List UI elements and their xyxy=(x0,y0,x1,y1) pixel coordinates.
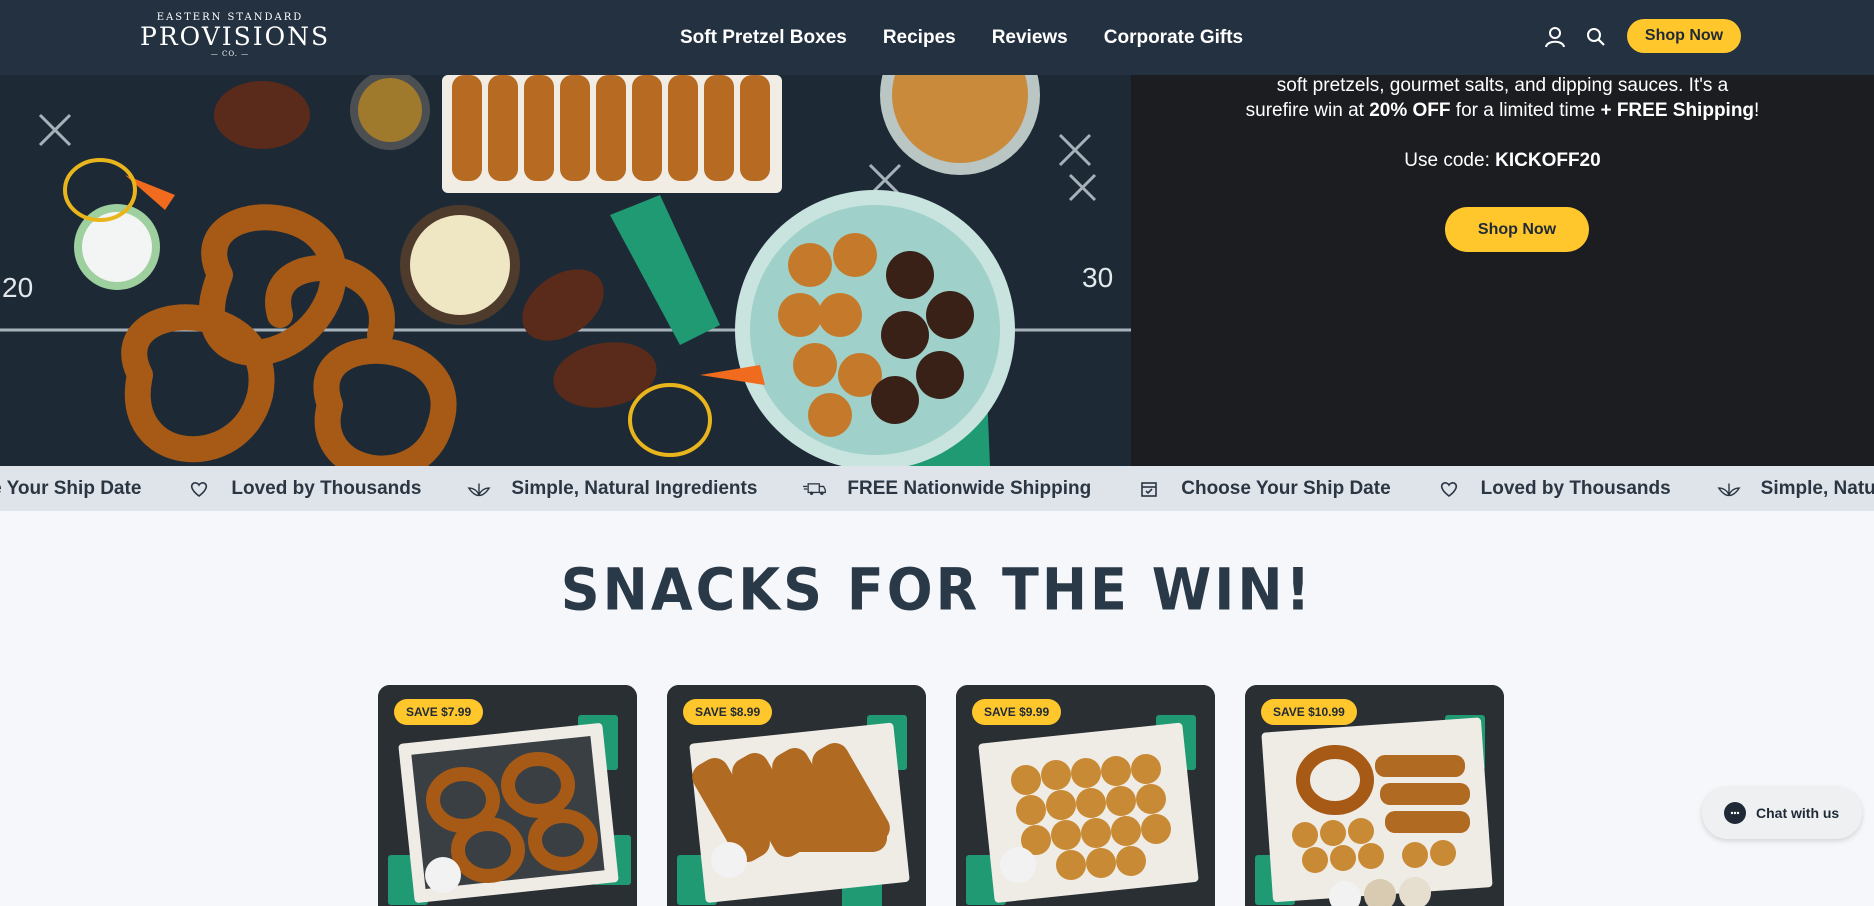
savings-badge: SAVE $9.99 xyxy=(972,699,1062,725)
leaf-icon xyxy=(1717,479,1741,499)
promo-text-line1: soft pretzels, gourmet salts, and dippin… xyxy=(1276,75,1729,96)
product-card[interactable]: SAVE $8.99 xyxy=(667,685,926,906)
section-title: SNACKS FOR THE WIN! xyxy=(560,555,1314,624)
ticker-item: Choose Your Ship Date xyxy=(1137,478,1391,500)
hero-promo-panel: soft pretzels, gourmet salts, and dippin… xyxy=(1131,75,1874,466)
ticker-item: Choose Your Ship Date xyxy=(0,477,142,499)
logo-co: — CO. — xyxy=(210,50,250,58)
heart-icon xyxy=(187,479,211,499)
promo-discount: 20% OFF xyxy=(1369,100,1451,121)
hero-image: 20 30 xyxy=(0,75,1131,466)
calendar-icon xyxy=(1137,479,1161,499)
savings-badge: SAVE $7.99 xyxy=(394,699,484,725)
search-icon[interactable] xyxy=(1582,23,1610,51)
promo-text-line2: surefire win at 20% OFF for a limited ti… xyxy=(1245,100,1760,121)
nav-corporate-gifts[interactable]: Corporate Gifts xyxy=(1104,27,1243,49)
ticker-item: Loved by Thousands xyxy=(187,478,421,500)
product-card[interactable]: SAVE $9.99 xyxy=(956,685,1215,906)
user-icon[interactable] xyxy=(1541,23,1569,51)
chat-icon xyxy=(1724,802,1746,824)
yard-number-right: 30 xyxy=(1082,262,1113,293)
truck-icon xyxy=(803,479,827,499)
site-header: EASTERN STANDARD PROVISIONS — CO. — Soft… xyxy=(0,0,1874,75)
brand-logo[interactable]: EASTERN STANDARD PROVISIONS — CO. — xyxy=(140,12,331,58)
nav-recipes[interactable]: Recipes xyxy=(883,27,956,49)
ticker-item: FREE Nationwide Shipping xyxy=(803,478,1091,500)
chat-label: Chat with us xyxy=(1756,805,1840,821)
savings-badge: SAVE $8.99 xyxy=(683,699,773,725)
header-shop-now-button[interactable]: Shop Now xyxy=(1627,19,1741,53)
main-nav: Soft Pretzel Boxes Recipes Reviews Corpo… xyxy=(680,0,1243,75)
nav-reviews[interactable]: Reviews xyxy=(992,27,1068,49)
promo-free-shipping: + FREE Shipping xyxy=(1600,100,1755,121)
product-card[interactable]: SAVE $10.99 xyxy=(1245,685,1504,906)
savings-badge: SAVE $10.99 xyxy=(1261,699,1357,725)
nav-soft-pretzel-boxes[interactable]: Soft Pretzel Boxes xyxy=(680,27,847,49)
logo-wordmark: PROVISIONS xyxy=(140,22,331,51)
promo-code-line: Use code: KICKOFF20 xyxy=(1404,150,1601,171)
chat-widget-button[interactable]: Chat with us xyxy=(1702,787,1862,839)
yard-number-left: 20 xyxy=(2,272,33,303)
hero-shop-now-button[interactable]: Shop Now xyxy=(1445,207,1589,252)
leaf-icon xyxy=(467,479,491,499)
promo-code: KICKOFF20 xyxy=(1495,150,1601,171)
ticker-item: Simple, Natural Ingredients xyxy=(467,478,757,500)
benefits-ticker: Choose Your Ship Date Loved by Thousands… xyxy=(0,466,1874,511)
product-grid: SAVE $7.99 SAVE $8.99 SAVE $9.99 SAVE $1… xyxy=(378,685,1504,906)
product-card[interactable]: SAVE $7.99 xyxy=(378,685,637,906)
heart-icon xyxy=(1437,479,1461,499)
ticker-item: Simple, Natural Ingredients xyxy=(1717,478,1874,500)
ticker-item: Loved by Thousands xyxy=(1437,478,1671,500)
